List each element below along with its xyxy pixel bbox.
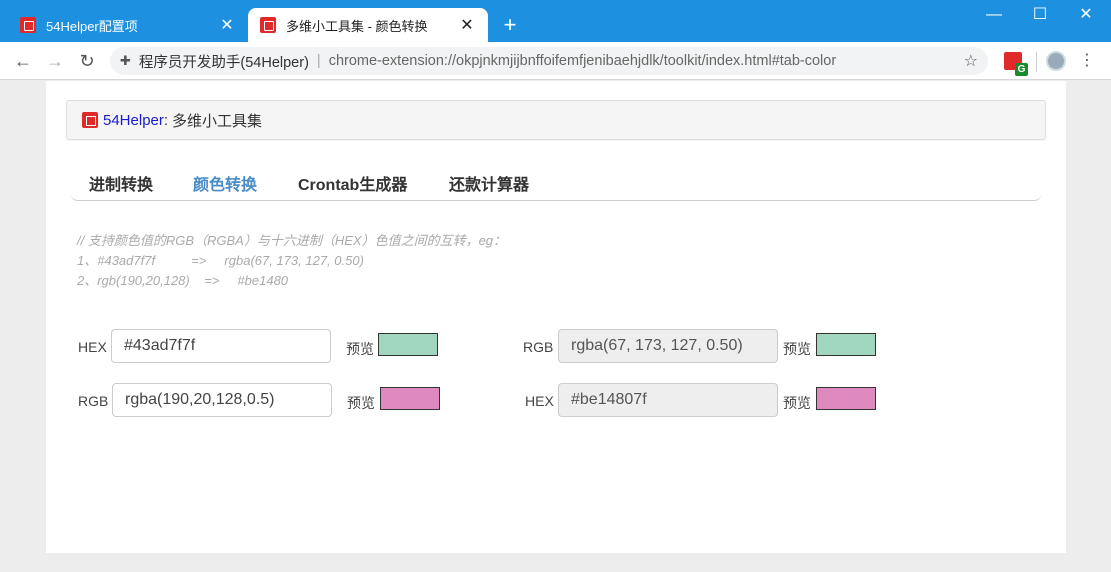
preview-label: 预览 bbox=[783, 341, 811, 357]
url-text[interactable]: chrome-extension://okpjnkmjijbnffoifemfj… bbox=[329, 53, 837, 69]
puzzle-icon: ✚ bbox=[120, 53, 131, 68]
back-arrow-icon[interactable]: ← bbox=[10, 48, 36, 74]
site-name: 程序员开发助手(54Helper) bbox=[138, 54, 309, 71]
close-icon[interactable]: ✕ bbox=[458, 15, 476, 35]
favicon-icon bbox=[20, 17, 36, 33]
description-line: 1、#43ad7f7f => rgba(67, 173, 127, 0.50) bbox=[77, 253, 364, 268]
hex-preview-swatch bbox=[378, 333, 438, 356]
rgb-output-label: RGB bbox=[523, 339, 554, 355]
forward-arrow-icon[interactable]: → bbox=[42, 48, 68, 74]
minimize-button[interactable]: — bbox=[971, 0, 1017, 30]
page-title: 多维小工具集 bbox=[172, 112, 263, 130]
maximize-button[interactable]: ☐ bbox=[1017, 0, 1063, 30]
rgb-preview-swatch bbox=[380, 387, 440, 410]
page-content: 54Helper : 多维小工具集 进制转换 颜色转换 Crontab生成器 还… bbox=[46, 81, 1066, 553]
tab-title: 54Helper配置项 bbox=[46, 18, 138, 34]
tab-title: 多维小工具集 - 颜色转换 bbox=[286, 18, 428, 34]
browser-tab-config[interactable]: 54Helper配置项 ✕ bbox=[8, 8, 248, 42]
tool-tabs: 进制转换 颜色转换 Crontab生成器 还款计算器 bbox=[70, 161, 1042, 201]
title-bar: 54Helper配置项 ✕ 多维小工具集 - 颜色转换 ✕ + — ☐ ✕ bbox=[0, 0, 1111, 42]
close-icon[interactable]: ✕ bbox=[218, 15, 236, 35]
browser-toolbar: ← → ↻ ✚ 程序员开发助手(54Helper) | chrome-exten… bbox=[0, 42, 1111, 80]
star-icon[interactable]: ☆ bbox=[964, 51, 978, 71]
hex-output-preview-swatch bbox=[816, 387, 876, 410]
hex-input[interactable]: #43ad7f7f bbox=[111, 329, 331, 363]
preview-label: 预览 bbox=[347, 395, 375, 411]
window-close-button[interactable]: ✕ bbox=[1063, 0, 1109, 30]
header-colon: : bbox=[163, 111, 169, 129]
extension-badge: G bbox=[1015, 63, 1028, 76]
tab-loan-calculator[interactable]: 还款计算器 bbox=[449, 171, 529, 195]
url-separator: | bbox=[316, 53, 321, 69]
description: // 支持颜色值的RGB（RGBA）与十六进制（HEX）色值之间的互转，eg： … bbox=[77, 231, 506, 291]
tab-crontab[interactable]: Crontab生成器 bbox=[298, 171, 407, 195]
browser-tab-toolkit[interactable]: 多维小工具集 - 颜色转换 ✕ bbox=[248, 8, 488, 42]
profile-avatar[interactable] bbox=[1046, 51, 1066, 71]
menu-icon[interactable]: ⋮ bbox=[1076, 50, 1098, 72]
reload-icon[interactable]: ↻ bbox=[74, 48, 100, 74]
new-tab-button[interactable]: + bbox=[498, 13, 522, 37]
rgb-output[interactable]: rgba(67, 173, 127, 0.50) bbox=[558, 329, 778, 363]
preview-label: 预览 bbox=[783, 395, 811, 411]
tab-base-convert[interactable]: 进制转换 bbox=[89, 171, 153, 195]
favicon-icon bbox=[260, 17, 276, 33]
hex-output-label: HEX bbox=[525, 393, 554, 409]
rgb-input-label: RGB bbox=[78, 393, 109, 409]
tab-color-convert[interactable]: 颜色转换 bbox=[193, 171, 257, 195]
hex-input-label: HEX bbox=[78, 339, 107, 355]
panel-header: 54Helper : 多维小工具集 bbox=[66, 100, 1046, 140]
rgb-input[interactable]: rgba(190,20,128,0.5) bbox=[112, 383, 332, 417]
logo-icon bbox=[82, 112, 98, 128]
brand-link[interactable]: 54Helper bbox=[103, 112, 164, 129]
extension-icon[interactable]: G bbox=[1004, 52, 1028, 76]
description-line: // 支持颜色值的RGB（RGBA）与十六进制（HEX）色值之间的互转，eg： bbox=[77, 233, 507, 248]
preview-label: 预览 bbox=[346, 341, 374, 357]
hex-output[interactable]: #be14807f bbox=[558, 383, 778, 417]
description-line: 2、rgb(190,20,128) => #be1480 bbox=[77, 273, 289, 288]
rgb-output-preview-swatch bbox=[816, 333, 876, 356]
address-bar[interactable]: ✚ 程序员开发助手(54Helper) | chrome-extension:/… bbox=[110, 47, 988, 75]
toolbar-divider bbox=[1036, 52, 1037, 72]
